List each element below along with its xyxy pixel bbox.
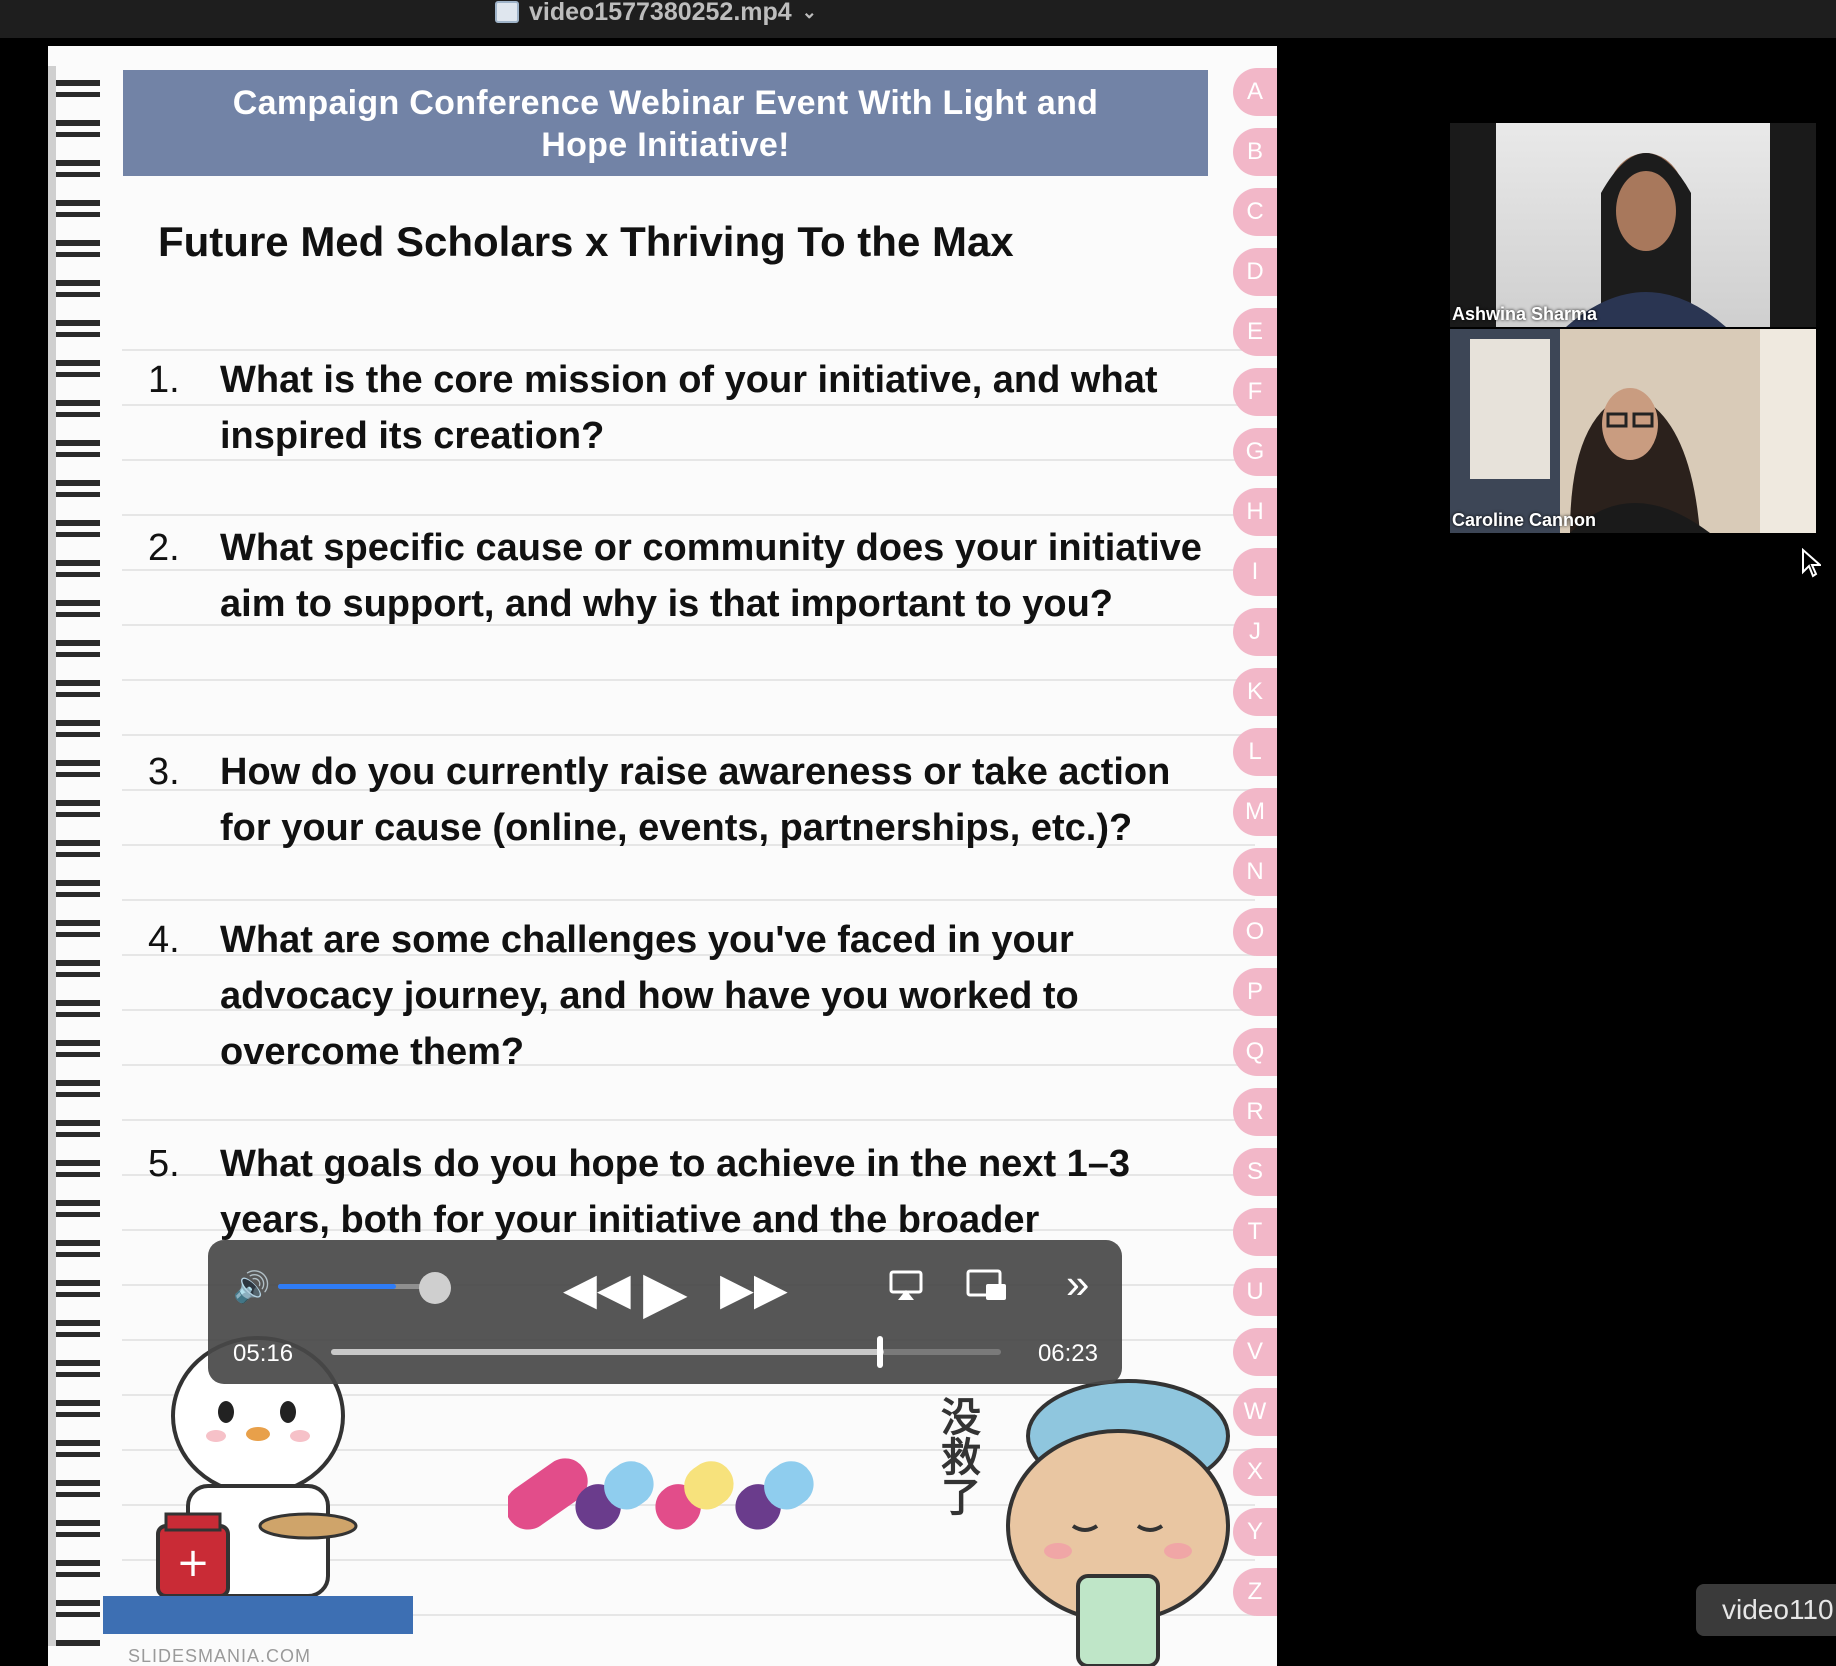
playback-scrubber[interactable]: [331, 1349, 1001, 1355]
volume-slider[interactable]: [278, 1284, 438, 1289]
alphabet-tab: K: [1233, 668, 1277, 716]
chevron-down-icon[interactable]: ⌄: [802, 2, 817, 23]
alphabet-tab: P: [1233, 968, 1277, 1016]
volume-level: [278, 1284, 397, 1289]
participant-name: Caroline Cannon: [1452, 510, 1597, 530]
spiral-binding: [48, 66, 100, 1646]
alphabet-tab: C: [1233, 188, 1277, 236]
fast-forward-icon[interactable]: ▶▶: [720, 1264, 788, 1315]
question-number: 5.: [148, 1143, 180, 1185]
alphabet-tab: N: [1233, 848, 1277, 896]
picture-in-picture-icon[interactable]: [966, 1268, 1008, 1304]
airplay-icon[interactable]: [888, 1268, 924, 1304]
presentation-slide: Campaign Conference Webinar Event With L…: [48, 46, 1277, 1666]
volume-slider-knob[interactable]: [419, 1272, 451, 1304]
current-time: 05:16: [233, 1340, 294, 1367]
alphabet-tab: B: [1233, 128, 1277, 176]
participant-figure: [1470, 329, 1816, 533]
question-number: 2.: [148, 527, 180, 569]
question-item: 4. What are some challenges you've faced…: [148, 912, 1218, 1080]
alphabet-tab: I: [1233, 548, 1277, 596]
alphabet-tab: E: [1233, 308, 1277, 356]
participant-video: [1450, 329, 1816, 533]
alphabet-tab: Q: [1233, 1028, 1277, 1076]
alphabet-tab: D: [1233, 248, 1277, 296]
question-item: 5. What goals do you hope to achieve in …: [148, 1136, 1218, 1248]
question-number: 1.: [148, 359, 180, 401]
banner-line-1: Campaign Conference Webinar Event With L…: [232, 84, 1099, 122]
participant-video-tile[interactable]: Caroline Cannon: [1450, 329, 1816, 533]
alphabet-tab: H: [1233, 488, 1277, 536]
file-title: video1577380252.mp4: [529, 0, 792, 26]
window-title-bar: video1577380252.mp4 ⌄: [0, 0, 1836, 38]
slide-banner: Campaign Conference Webinar Event With L…: [123, 70, 1208, 176]
rewind-icon[interactable]: ◀◀: [563, 1264, 631, 1315]
question-number: 4.: [148, 919, 180, 961]
banner-line-2: Hope Initiative!: [541, 126, 790, 164]
bear-doctor-illustration: [1006, 1379, 1230, 1666]
alphabet-tab: O: [1233, 908, 1277, 956]
more-options-icon[interactable]: »: [1066, 1260, 1089, 1308]
mouse-cursor-icon: [1802, 548, 1821, 578]
play-icon[interactable]: ▶: [643, 1258, 688, 1326]
volume-icon[interactable]: 🔊: [233, 1270, 270, 1305]
alphabet-tab: S: [1233, 1148, 1277, 1196]
alphabet-tab: U: [1233, 1268, 1277, 1316]
playback-scrubber-handle[interactable]: [877, 1336, 883, 1368]
slidesmania-watermark: SLIDESMANIA.COM: [128, 1646, 312, 1666]
slide-subtitle: Future Med Scholars x Thriving To the Ma…: [158, 218, 1014, 265]
alphabet-tab: T: [1233, 1208, 1277, 1256]
svg-text:+: +: [176, 1540, 210, 1586]
alphabet-tab: R: [1233, 1088, 1277, 1136]
file-title-menu[interactable]: video1577380252.mp4 ⌄: [495, 0, 817, 26]
participant-video: [1496, 123, 1770, 327]
participant-video-tile[interactable]: Ashwina Sharma: [1450, 123, 1816, 327]
question-text: How do you currently raise awareness or …: [220, 751, 1171, 849]
total-duration: 06:23: [1037, 1340, 1098, 1367]
video-file-icon: [495, 1, 519, 23]
question-item: 1. What is the core mission of your init…: [148, 352, 1218, 464]
video-player-controls: 🔊 ◀◀ ▶ ▶▶ » 05:16 06:23: [208, 1240, 1122, 1384]
alphabet-tab: V: [1233, 1328, 1277, 1376]
footer-bar: [103, 1596, 413, 1634]
alphabet-tab: F: [1233, 368, 1277, 416]
alphabet-tab: J: [1233, 608, 1277, 656]
pills-illustration: [508, 1458, 814, 1530]
question-text: What is the core mission of your initiat…: [220, 359, 1158, 457]
question-text: What goals do you hope to achieve in the…: [220, 1143, 1131, 1241]
participant-figure: [1566, 153, 1726, 327]
alphabet-tab: G: [1233, 428, 1277, 476]
participant-name: Ashwina Sharma: [1452, 304, 1598, 324]
question-number: 3.: [148, 751, 180, 793]
alphabet-tab: A: [1233, 68, 1277, 116]
question-text: What are some challenges you've faced in…: [220, 919, 1079, 1073]
alphabet-tab: M: [1233, 788, 1277, 836]
question-text: What specific cause or community does yo…: [220, 527, 1202, 625]
playback-progress: [331, 1349, 884, 1355]
question-item: 2. What specific cause or community does…: [148, 520, 1218, 632]
video-window-label[interactable]: video110: [1696, 1584, 1836, 1636]
alphabet-tab: L: [1233, 728, 1277, 776]
question-item: 3. How do you currently raise awareness …: [148, 744, 1218, 856]
